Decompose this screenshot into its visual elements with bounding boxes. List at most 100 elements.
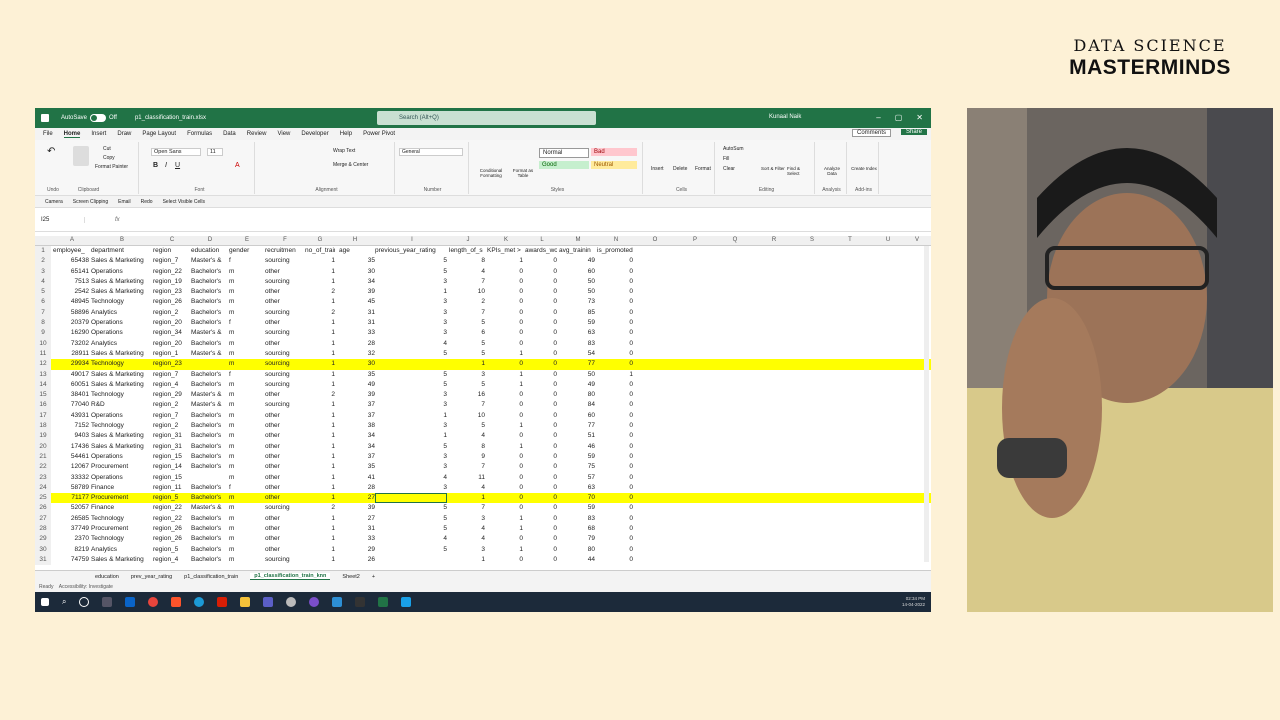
table-row[interactable]: 9 16290 Operations region_34 Master's & m sour… bbox=[35, 328, 931, 339]
cell[interactable]: 0 bbox=[597, 534, 633, 544]
undo-icon[interactable]: ↶ bbox=[47, 146, 55, 157]
cell[interactable]: m bbox=[229, 359, 259, 369]
cell[interactable]: 0 bbox=[525, 339, 557, 349]
row-number[interactable]: 1 bbox=[35, 246, 51, 257]
cell[interactable]: 1 bbox=[487, 524, 523, 534]
cell[interactable]: 29 bbox=[335, 545, 375, 555]
cell[interactable]: 0 bbox=[487, 503, 523, 513]
cell[interactable]: 0 bbox=[525, 473, 557, 483]
cell[interactable]: 17436 bbox=[53, 442, 89, 452]
cell[interactable]: 60 bbox=[559, 267, 595, 277]
cell[interactable]: region_31 bbox=[153, 431, 191, 441]
cell[interactable]: Master's & bbox=[191, 256, 229, 266]
cell[interactable]: 0 bbox=[525, 452, 557, 462]
cell[interactable]: Operations bbox=[91, 328, 151, 338]
cell[interactable]: 0 bbox=[525, 400, 557, 410]
cell[interactable]: 0 bbox=[597, 297, 633, 307]
row-number[interactable]: 29 bbox=[35, 534, 51, 545]
row-number[interactable]: 6 bbox=[35, 297, 51, 308]
cell[interactable]: 0 bbox=[487, 483, 523, 493]
cell[interactable]: 0 bbox=[597, 514, 633, 524]
cell[interactable]: 9 bbox=[449, 452, 485, 462]
cell[interactable]: 49 bbox=[559, 380, 595, 390]
cell[interactable]: Bachelor's bbox=[191, 493, 229, 503]
cell[interactable]: 0 bbox=[597, 400, 633, 410]
merge-center-button[interactable]: Merge & Center bbox=[333, 162, 368, 168]
cell[interactable]: Bachelor's bbox=[191, 421, 229, 431]
cell[interactable]: 1 bbox=[305, 380, 335, 390]
cell[interactable]: 1 bbox=[375, 431, 447, 441]
cell[interactable]: 8219 bbox=[53, 545, 89, 555]
cell[interactable]: 0 bbox=[487, 411, 523, 421]
qat-redo[interactable]: Redo bbox=[141, 199, 153, 205]
sort-filter-button[interactable]: Sort & Filter bbox=[761, 166, 787, 171]
cell[interactable]: region_29 bbox=[153, 390, 191, 400]
column-header-s[interactable]: S bbox=[793, 237, 831, 243]
cell[interactable]: region_22 bbox=[153, 514, 191, 524]
cell[interactable]: Sales & Marketing bbox=[91, 256, 151, 266]
cell[interactable]: 0 bbox=[487, 328, 523, 338]
italic-button[interactable]: I bbox=[165, 162, 167, 169]
cell[interactable]: 3 bbox=[449, 370, 485, 380]
cell[interactable]: 0 bbox=[487, 308, 523, 318]
insert-cells-button[interactable]: Insert bbox=[651, 166, 664, 172]
cell[interactable]: Analytics bbox=[91, 545, 151, 555]
cell[interactable]: f bbox=[229, 256, 259, 266]
fx-icon[interactable]: fx bbox=[115, 217, 120, 223]
cell[interactable]: 1 bbox=[305, 256, 335, 266]
cell[interactable]: other bbox=[265, 483, 305, 493]
cell[interactable]: region_20 bbox=[153, 318, 191, 328]
cell[interactable]: 3 bbox=[449, 514, 485, 524]
tab-insert[interactable]: Insert bbox=[91, 131, 106, 137]
cell[interactable]: 0 bbox=[597, 380, 633, 390]
cell[interactable]: 0 bbox=[597, 359, 633, 369]
cell[interactable]: m bbox=[229, 400, 259, 410]
minimize-icon[interactable]: – bbox=[876, 113, 880, 122]
cell[interactable]: 1 bbox=[305, 328, 335, 338]
cell[interactable]: 65438 bbox=[53, 256, 89, 266]
cell[interactable]: 1 bbox=[487, 256, 523, 266]
cell[interactable]: 33 bbox=[335, 328, 375, 338]
cell[interactable]: m bbox=[229, 277, 259, 287]
cell[interactable]: 3 bbox=[375, 400, 447, 410]
row-number[interactable]: 7 bbox=[35, 307, 51, 319]
cell[interactable]: 39 bbox=[335, 503, 375, 513]
cell[interactable]: 0 bbox=[487, 318, 523, 328]
cell[interactable]: 5 bbox=[375, 267, 447, 277]
style-neutral[interactable]: Neutral bbox=[591, 161, 637, 169]
vscode-icon[interactable] bbox=[332, 597, 343, 607]
cell[interactable]: Master's & bbox=[191, 349, 229, 359]
cell[interactable]: 0 bbox=[487, 267, 523, 277]
table-row[interactable]: 3 65141 Operations region_22 Bachelor's m othe… bbox=[35, 266, 931, 277]
cell[interactable]: 1 bbox=[305, 339, 335, 349]
cell[interactable]: 54 bbox=[559, 349, 595, 359]
cell[interactable]: 34 bbox=[335, 442, 375, 452]
cell[interactable]: 27 bbox=[335, 514, 375, 524]
cell[interactable]: m bbox=[229, 514, 259, 524]
cell[interactable]: is_promoted bbox=[597, 246, 633, 256]
cell[interactable]: 0 bbox=[597, 555, 633, 565]
cell[interactable]: 83 bbox=[559, 514, 595, 524]
column-header-g[interactable]: G bbox=[305, 237, 335, 243]
cell[interactable]: 0 bbox=[597, 545, 633, 555]
number-format-select[interactable]: General bbox=[399, 148, 463, 156]
table-row[interactable]: 13 49017 Sales & Marketing region_7 Bachelor… bbox=[35, 369, 931, 380]
cell[interactable]: 1 bbox=[449, 359, 485, 369]
cell[interactable]: 0 bbox=[597, 411, 633, 421]
cell[interactable]: 0 bbox=[597, 390, 633, 400]
fill-button[interactable]: Fill bbox=[723, 156, 729, 162]
cell[interactable]: 2 bbox=[305, 287, 335, 297]
column-header-l[interactable]: L bbox=[525, 237, 559, 243]
cell[interactable]: Bachelor's bbox=[191, 462, 229, 472]
cell[interactable]: 1 bbox=[305, 483, 335, 493]
cell[interactable]: 58789 bbox=[53, 483, 89, 493]
cell[interactable]: m bbox=[229, 267, 259, 277]
cell[interactable]: 7 bbox=[449, 277, 485, 287]
cell[interactable]: region_15 bbox=[153, 473, 191, 483]
cell[interactable]: Technology bbox=[91, 297, 151, 307]
cell[interactable]: 7 bbox=[449, 503, 485, 513]
cell[interactable]: 1 bbox=[305, 359, 335, 369]
row-number[interactable]: 14 bbox=[35, 379, 51, 391]
cell[interactable]: 0 bbox=[487, 297, 523, 307]
cell[interactable]: 34 bbox=[335, 277, 375, 287]
